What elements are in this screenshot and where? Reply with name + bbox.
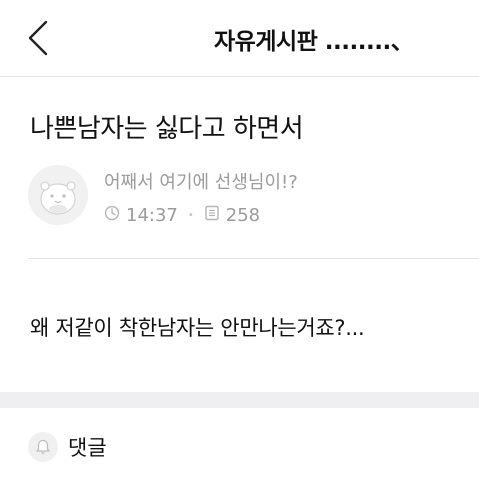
post-meta: 14:37 • 258 xyxy=(104,203,260,227)
post-time: 14:37 xyxy=(126,204,178,226)
top-bar: 자유게시판 ........、 xyxy=(0,0,479,76)
comments-section-button[interactable]: 댓글 xyxy=(28,432,107,462)
board-title: 자유게시판 ........、 xyxy=(214,29,414,55)
view-count: 258 xyxy=(225,204,261,226)
section-gap xyxy=(0,392,479,408)
post-title: 나쁜남자는 싫다고 하면서 xyxy=(30,114,304,144)
views-icon xyxy=(204,205,220,226)
avatar-hamster-icon xyxy=(28,165,88,225)
back-button[interactable] xyxy=(22,16,56,60)
comments-label: 댓글 xyxy=(68,436,107,460)
post-body: 왜 저같이 착한남자는 안만나는거죠?... xyxy=(30,316,365,340)
chevron-left-icon xyxy=(28,20,48,56)
avatar[interactable] xyxy=(28,165,88,225)
author-name[interactable]: 어째서 여기에 선생님이!? xyxy=(104,168,298,194)
header-divider xyxy=(0,76,479,77)
clock-icon xyxy=(104,205,120,226)
content-divider xyxy=(28,258,479,259)
meta-separator: • xyxy=(187,209,194,221)
bell-icon xyxy=(28,432,58,462)
